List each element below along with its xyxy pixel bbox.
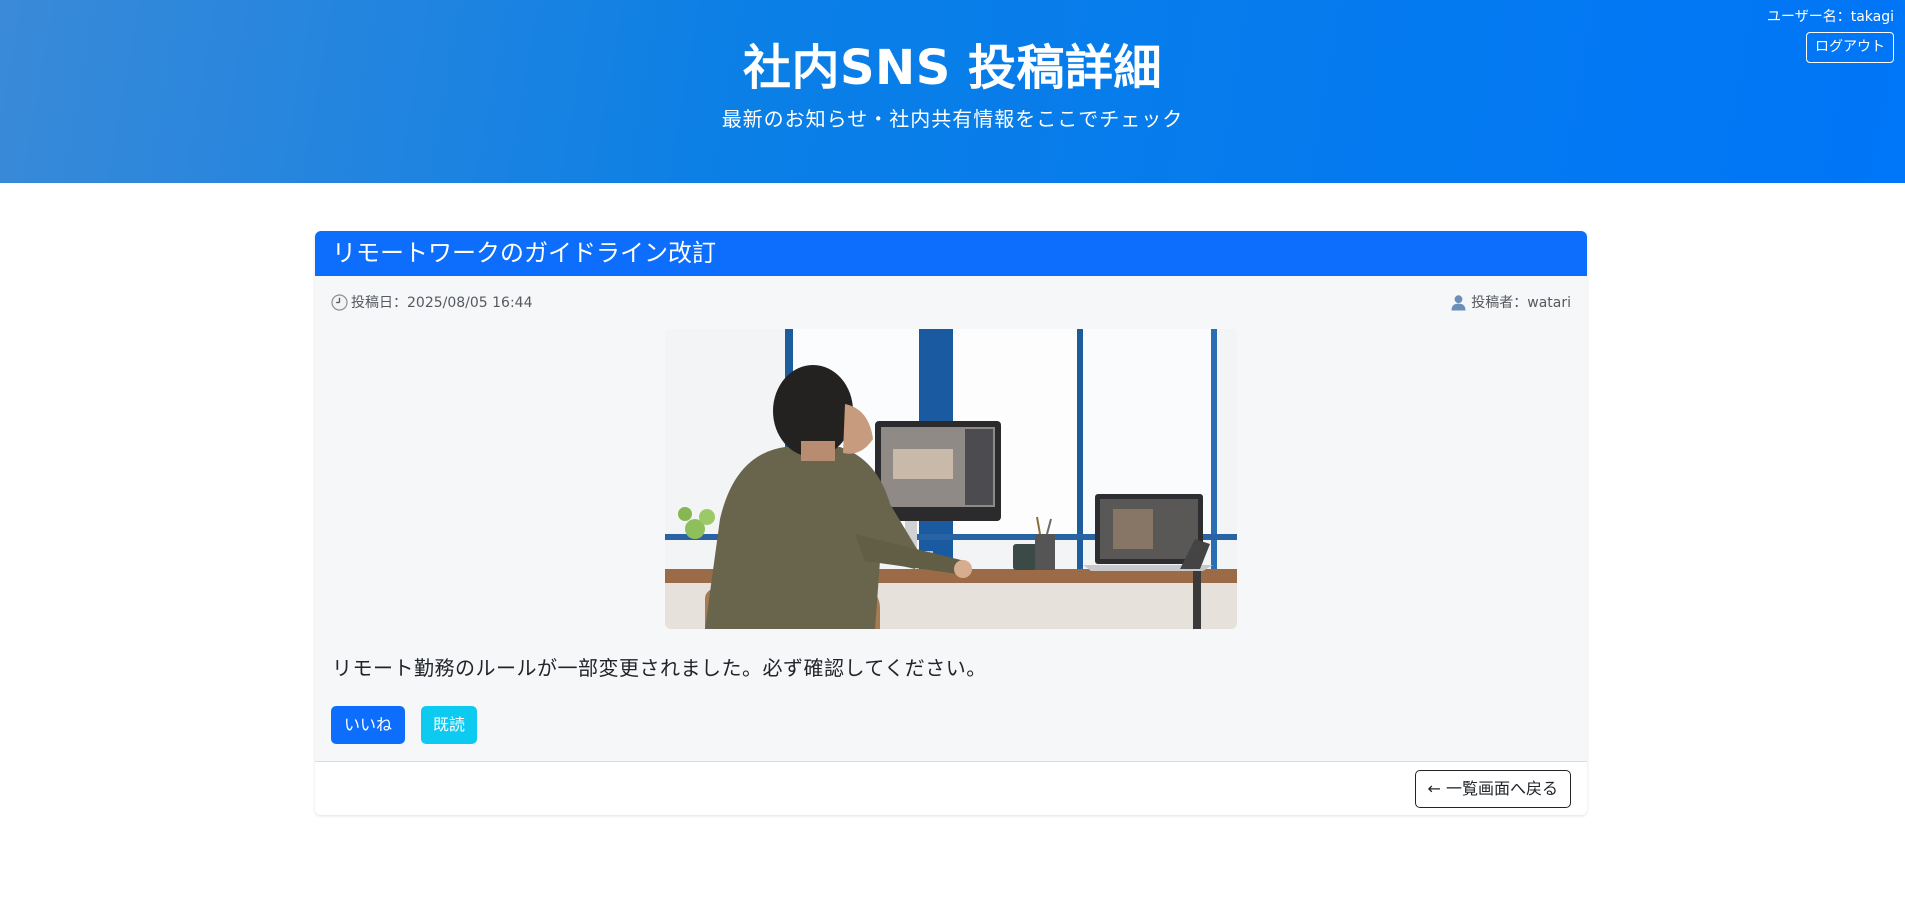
- post-date-text: 投稿日：2025/08/05 16:44: [351, 295, 533, 311]
- post-image: [665, 329, 1237, 629]
- card-footer: ← 一覧画面へ戻る: [315, 761, 1587, 815]
- post-date: 投稿日：2025/08/05 16:44: [331, 292, 533, 312]
- page-title: 社内SNS 投稿詳細: [742, 40, 1163, 96]
- photo-person-at-desk-icon: [665, 329, 1237, 629]
- clock-icon: [331, 293, 348, 311]
- page-header: 社内SNS 投稿詳細 最新のお知らせ・社内共有情報をここでチェック ユーザー名：…: [0, 0, 1905, 183]
- user-icon: [1450, 294, 1467, 311]
- post-meta: 投稿日：2025/08/05 16:44 投稿者：watari: [315, 276, 1587, 330]
- read-button[interactable]: 既読: [421, 706, 478, 744]
- logout-button[interactable]: ログアウト: [1806, 32, 1894, 63]
- back-to-list-button[interactable]: ← 一覧画面へ戻る: [1414, 770, 1571, 808]
- post-body: リモート勤務のルールが一部変更されました。必ず確認してください。: [332, 656, 987, 680]
- page-subtitle: 最新のお知らせ・社内共有情報をここでチェック: [721, 107, 1184, 131]
- like-button[interactable]: いいね: [331, 706, 406, 744]
- post-author: 投稿者：watari: [1450, 292, 1571, 312]
- post-author-text: 投稿者：watari: [1471, 295, 1571, 311]
- post-title: リモートワークのガイドライン改訂: [315, 231, 1587, 276]
- post-actions: いいね 既読: [331, 706, 478, 744]
- post-card: リモートワークのガイドライン改訂 投稿日：2025/08/05 16:44 投稿…: [315, 231, 1587, 815]
- username-label: ユーザー名：takagi: [1766, 9, 1894, 25]
- user-area: ユーザー名：takagi ログアウト: [1767, 8, 1894, 63]
